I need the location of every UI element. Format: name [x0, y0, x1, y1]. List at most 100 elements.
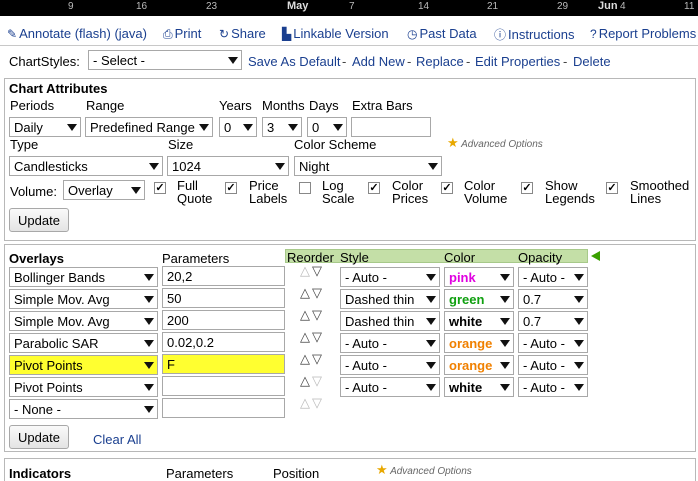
years-select[interactable]: 0: [219, 117, 257, 137]
chart-attributes-title: Chart Attributes: [9, 81, 108, 96]
overlay-type-select[interactable]: Parabolic SAR: [9, 333, 158, 353]
overlay-color-select[interactable]: green: [444, 289, 514, 309]
extra-bars-input[interactable]: [351, 117, 431, 137]
overlay-opacity-select[interactable]: - Auto -: [518, 377, 588, 397]
clear-all-link[interactable]: Clear All: [93, 432, 141, 447]
delete-link[interactable]: Delete: [573, 54, 611, 69]
log-scale-checkbox[interactable]: [299, 182, 311, 194]
overlay-params-input[interactable]: 50: [162, 288, 285, 308]
reorder-arrows: △▽: [300, 373, 324, 389]
chart-type-select[interactable]: Candlesticks: [9, 156, 163, 176]
overlay-type-select[interactable]: Bollinger Bands: [9, 267, 158, 287]
add-new-link[interactable]: Add New: [352, 54, 405, 69]
overlay-color-select[interactable]: orange: [444, 355, 514, 375]
clock-icon: ◷: [407, 27, 418, 41]
star-icon: ★: [447, 135, 459, 150]
chevron-down-icon: [275, 163, 285, 170]
move-up-icon[interactable]: △: [300, 285, 312, 300]
chartstyles-select[interactable]: - Select -: [88, 50, 242, 70]
share-link[interactable]: ↻ Share: [219, 26, 266, 41]
collapse-arrow-icon[interactable]: [591, 251, 600, 261]
linkable-version-link[interactable]: ▙ Linkable Version: [282, 26, 389, 41]
overlay-color-select[interactable]: pink: [444, 267, 514, 287]
overlay-type-select[interactable]: Simple Mov. Avg: [9, 289, 158, 309]
overlay-params-input[interactable]: [162, 376, 285, 396]
overlay-style-select[interactable]: Dashed thin: [340, 311, 440, 331]
overlay-style-select[interactable]: - Auto -: [340, 267, 440, 287]
move-down-icon[interactable]: ▽: [312, 307, 324, 322]
smoothed-lines-checkbox[interactable]: ✓: [606, 182, 618, 194]
checkbox-label: Log Scale: [322, 178, 355, 206]
overlay-color-select[interactable]: white: [444, 377, 514, 397]
overlay-params-input[interactable]: [162, 398, 285, 418]
overlay-color-select[interactable]: white: [444, 311, 514, 331]
move-up-icon[interactable]: △: [300, 307, 312, 322]
days-select[interactable]: 0: [307, 117, 347, 137]
overlay-style-select[interactable]: - Auto -: [340, 355, 440, 375]
style-label: Style: [340, 250, 369, 265]
color-prices-checkbox[interactable]: ✓: [368, 182, 380, 194]
chart-size-select[interactable]: 1024: [167, 156, 289, 176]
years-label: Years: [219, 98, 252, 113]
overlay-type-select[interactable]: Pivot Points: [9, 377, 158, 397]
move-up-icon[interactable]: △: [300, 373, 312, 388]
overlay-type-select[interactable]: Simple Mov. Avg: [9, 311, 158, 331]
overlay-type-select[interactable]: Pivot Points: [9, 355, 158, 375]
overlay-params-input[interactable]: 20,2: [162, 266, 285, 286]
overlay-params-input[interactable]: F: [162, 354, 285, 374]
range-select[interactable]: Predefined Range: [85, 117, 213, 137]
print-link[interactable]: ⎙ Print: [163, 26, 201, 42]
volume-select[interactable]: Overlay: [63, 180, 145, 200]
overlay-style-select[interactable]: Dashed thin: [340, 289, 440, 309]
chevron-down-icon: [426, 340, 436, 347]
move-down-icon[interactable]: ▽: [312, 263, 324, 278]
overlay-style-select[interactable]: - Auto -: [340, 333, 440, 353]
pencil-icon: ✎: [7, 27, 18, 41]
overlay-opacity-select[interactable]: - Auto -: [518, 355, 588, 375]
move-down-icon[interactable]: ▽: [312, 285, 324, 300]
past-data-link[interactable]: ◷ Past Data: [407, 26, 477, 41]
overlay-opacity-select[interactable]: - Auto -: [518, 333, 588, 353]
bookmark-icon: ▙: [282, 27, 292, 41]
volume-label: Volume:: [10, 184, 57, 199]
replace-link[interactable]: Replace: [416, 54, 464, 69]
overlay-type-select[interactable]: - None -: [9, 399, 158, 419]
chevron-down-icon: [144, 384, 154, 391]
indicator-advanced-options-link[interactable]: ★ Advanced Options: [376, 462, 472, 478]
full-quote-checkbox[interactable]: ✓: [154, 182, 166, 194]
show-legends-checkbox[interactable]: ✓: [521, 182, 533, 194]
price-labels-checkbox[interactable]: ✓: [225, 182, 237, 194]
report-problems-link[interactable]: ? Report Problems: [590, 26, 696, 41]
periods-select[interactable]: Daily: [9, 117, 81, 137]
save-as-default-link[interactable]: Save As Default: [248, 54, 341, 69]
indicator-parameters-label: Parameters: [166, 466, 234, 481]
move-down-icon[interactable]: ▽: [312, 351, 324, 366]
color-scheme-select[interactable]: Night: [294, 156, 442, 176]
move-up-icon[interactable]: △: [300, 329, 312, 344]
axis-tick: 7: [349, 1, 355, 12]
color-volume-checkbox[interactable]: ✓: [441, 182, 453, 194]
reorder-arrows: △▽: [300, 329, 324, 345]
overlay-opacity-select[interactable]: 0.7: [518, 289, 588, 309]
annotate-link[interactable]: ✎ Annotate (flash) (java): [7, 26, 147, 41]
overlay-style-select[interactable]: - Auto -: [340, 377, 440, 397]
overlay-opacity-select[interactable]: - Auto -: [518, 267, 588, 287]
move-down-icon: ▽: [312, 395, 324, 410]
overlay-opacity-select[interactable]: 0.7: [518, 311, 588, 331]
axis-tick: 11: [684, 1, 695, 12]
update-overlays-button[interactable]: Update: [9, 425, 69, 449]
move-up-icon[interactable]: △: [300, 351, 312, 366]
overlay-color-select[interactable]: orange: [444, 333, 514, 353]
instructions-link[interactable]: ⓘ Instructions: [494, 26, 575, 43]
months-select[interactable]: 3: [262, 117, 302, 137]
overlay-params-input[interactable]: 0.02,0.2: [162, 332, 285, 352]
reorder-arrows: △▽: [300, 395, 324, 411]
update-attributes-button[interactable]: Update: [9, 208, 69, 232]
chevron-down-icon: [67, 124, 77, 131]
overlay-params-input[interactable]: 200: [162, 310, 285, 330]
advanced-options-link[interactable]: ★ Advanced Options: [447, 135, 543, 151]
move-up-icon: △: [300, 263, 312, 278]
move-down-icon[interactable]: ▽: [312, 329, 324, 344]
range-label: Range: [86, 98, 125, 113]
edit-properties-link[interactable]: Edit Properties: [475, 54, 560, 69]
